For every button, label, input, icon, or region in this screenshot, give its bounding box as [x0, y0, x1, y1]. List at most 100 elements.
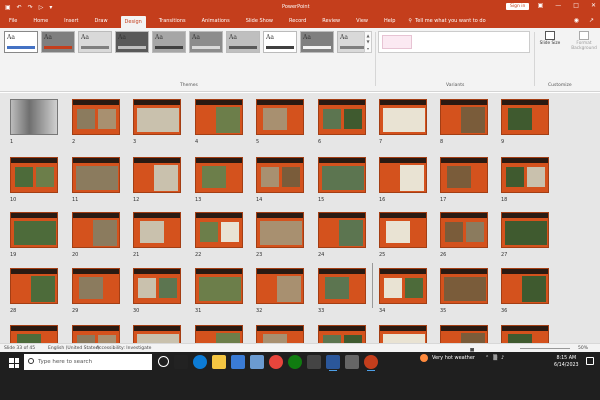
theme-thumbnail[interactable]: Aa — [189, 31, 223, 53]
taskbar-clock[interactable]: 8:15 AM 6/14/2023 — [554, 355, 579, 369]
task-view-icon[interactable] — [158, 356, 169, 367]
slide-thumbnail[interactable] — [501, 268, 549, 304]
slide-thumbnail[interactable] — [379, 268, 427, 304]
sign-in-button[interactable]: Sign in — [506, 3, 530, 10]
theme-thumbnail[interactable]: Aa — [226, 31, 260, 53]
slide-thumbnail[interactable] — [133, 99, 181, 135]
redo-icon[interactable]: ↷ — [28, 4, 33, 11]
save-icon[interactable]: ▣ — [5, 4, 11, 11]
slide-thumbnail[interactable] — [10, 325, 58, 343]
scroll-down-icon[interactable]: ▼ — [366, 39, 369, 44]
tell-me-box[interactable]: ⚲ Tell me what you want to do — [408, 18, 485, 24]
slide-thumbnail[interactable] — [10, 157, 58, 193]
tab-help[interactable]: Help — [381, 16, 398, 26]
taskbar-search-box[interactable]: Type here to search — [24, 354, 152, 370]
customize-icon[interactable]: ▾ — [49, 4, 52, 11]
slide-thumbnail[interactable] — [195, 157, 243, 193]
tab-review[interactable]: Review — [319, 16, 343, 26]
slide-thumbnail[interactable] — [256, 268, 304, 304]
edge-icon[interactable] — [193, 355, 207, 369]
powerpoint-icon[interactable] — [364, 355, 378, 371]
xbox-icon[interactable] — [288, 355, 302, 369]
tab-record[interactable]: Record — [286, 16, 309, 26]
theme-thumbnail[interactable]: Aa — [41, 31, 75, 53]
slide-thumbnail[interactable] — [379, 212, 427, 248]
theme-thumbnail[interactable]: Aa — [263, 31, 297, 53]
photos-icon[interactable] — [250, 355, 264, 369]
slide-thumbnail[interactable] — [379, 157, 427, 193]
widgets-icon[interactable] — [174, 355, 188, 369]
maximize-icon[interactable]: □ — [573, 2, 579, 9]
format-background-button[interactable]: Format Background — [571, 31, 597, 51]
theme-thumbnail[interactable]: Aa — [78, 31, 112, 53]
slide-thumbnail[interactable] — [440, 99, 488, 135]
slide-thumbnail[interactable] — [133, 157, 181, 193]
undo-icon[interactable]: ↶ — [17, 4, 22, 11]
slide-thumbnail[interactable] — [379, 99, 427, 135]
slide-thumbnail[interactable] — [133, 212, 181, 248]
network-icon[interactable]: ▒ — [493, 355, 497, 361]
slide-thumbnail[interactable] — [256, 99, 304, 135]
themes-gallery-scroll[interactable]: ▲ ▼ ▾ — [364, 31, 372, 53]
slide-thumbnail[interactable] — [440, 212, 488, 248]
slide-thumbnail[interactable] — [256, 325, 304, 343]
slide-thumbnail[interactable] — [501, 212, 549, 248]
slide-thumbnail[interactable] — [195, 325, 243, 343]
theme-thumbnail[interactable]: Aa — [152, 31, 186, 53]
slide-thumbnail[interactable] — [318, 268, 366, 304]
media-icon[interactable] — [345, 355, 359, 369]
language-status[interactable]: English (United States) — [48, 346, 100, 351]
slide-thumbnail[interactable] — [440, 325, 488, 343]
theme-thumbnail[interactable]: Aa — [115, 31, 149, 53]
slide-thumbnail[interactable] — [318, 99, 366, 135]
slide-thumbnail[interactable] — [10, 268, 58, 304]
volume-icon[interactable]: ♪ — [501, 355, 504, 361]
slide-thumbnail[interactable] — [72, 99, 120, 135]
scroll-up-icon[interactable]: ▲ — [366, 33, 369, 38]
slide-thumbnail[interactable] — [10, 99, 58, 135]
more-icon[interactable]: ▾ — [367, 46, 369, 51]
slide-thumbnail[interactable] — [318, 157, 366, 193]
accessibility-status[interactable]: Accessibility: Investigate — [96, 346, 151, 351]
slide-thumbnail[interactable] — [72, 268, 120, 304]
tab-home[interactable]: Home — [30, 16, 51, 26]
ribbon-display-icon[interactable]: ▣ — [538, 2, 544, 9]
variant-thumbnail[interactable] — [382, 35, 412, 49]
slide-thumbnail[interactable] — [72, 157, 120, 193]
minimize-icon[interactable]: — — [555, 2, 561, 9]
tab-view[interactable]: View — [353, 16, 371, 26]
theme-thumbnail[interactable]: Aa — [300, 31, 334, 53]
record-icon[interactable]: ◉ — [574, 17, 579, 24]
slide-thumbnail[interactable] — [501, 157, 549, 193]
slide-thumbnail[interactable] — [133, 325, 181, 343]
chrome-icon[interactable] — [269, 355, 283, 369]
slide-thumbnail[interactable] — [501, 99, 549, 135]
slide-thumbnail[interactable] — [72, 212, 120, 248]
camera-icon[interactable] — [307, 355, 321, 369]
slide-thumbnail[interactable] — [440, 268, 488, 304]
zoom-level[interactable]: 50% — [578, 346, 588, 351]
tab-insert[interactable]: Insert — [61, 16, 81, 26]
slide-thumbnail[interactable] — [318, 212, 366, 248]
weather-text[interactable]: Very hot weather — [432, 355, 475, 361]
slide-thumbnail[interactable] — [379, 325, 427, 343]
tab-transitions[interactable]: Transitions — [156, 16, 189, 26]
windows-start-icon[interactable] — [9, 358, 19, 368]
share-icon[interactable]: ↗ — [589, 17, 594, 24]
slide-thumbnail[interactable] — [195, 268, 243, 304]
slide-thumbnail[interactable] — [195, 212, 243, 248]
slide-thumbnail[interactable] — [318, 325, 366, 343]
slide-thumbnail[interactable] — [195, 99, 243, 135]
present-icon[interactable]: ▷ — [39, 4, 44, 11]
theme-thumbnail[interactable]: Aa — [4, 31, 38, 53]
slide-size-button[interactable]: Slide Size — [538, 31, 562, 51]
file-explorer-icon[interactable] — [212, 355, 226, 369]
chevron-up-icon[interactable]: ⌃ — [485, 355, 489, 361]
slide-thumbnail[interactable] — [501, 325, 549, 343]
slide-thumbnail[interactable] — [256, 157, 304, 193]
tab-draw[interactable]: Draw — [91, 16, 110, 26]
notifications-icon[interactable] — [586, 357, 594, 365]
weather-icon[interactable] — [420, 354, 428, 362]
store-icon[interactable] — [231, 355, 245, 369]
slide-sorter[interactable]: 1 2 3 4 5 6 7 8 9 10 11 12 13 14 15 16 17 18 19 20 21 22 23 24 2… — [0, 93, 600, 343]
